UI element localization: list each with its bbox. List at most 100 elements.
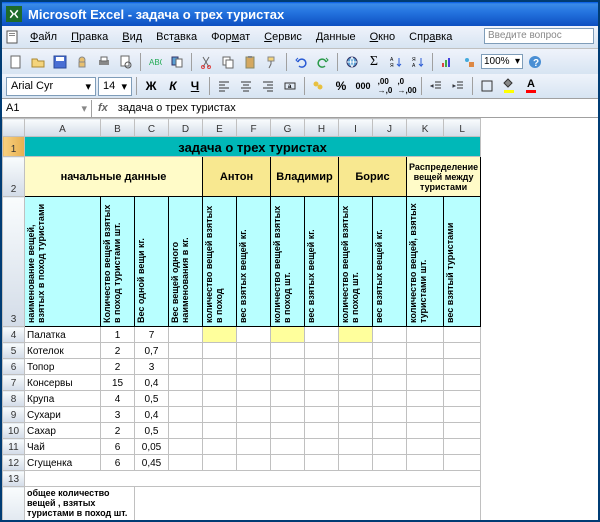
cell[interactable]: 3 <box>135 359 169 375</box>
cell[interactable] <box>305 327 339 343</box>
italic-button[interactable]: К <box>163 76 183 96</box>
cell[interactable] <box>444 391 481 407</box>
underline-button[interactable]: Ч <box>185 76 205 96</box>
cell[interactable] <box>444 359 481 375</box>
cell[interactable]: Консервы <box>25 375 101 391</box>
cell[interactable] <box>271 327 305 343</box>
align-center-button[interactable] <box>236 76 256 96</box>
menu-help[interactable]: Справка <box>403 29 458 45</box>
col-header[interactable]: L <box>444 119 481 137</box>
cell[interactable]: 0,5 <box>135 423 169 439</box>
cell[interactable]: начальные данные <box>25 157 203 197</box>
cell[interactable] <box>237 343 271 359</box>
comma-button[interactable]: 000 <box>353 76 373 96</box>
col-header[interactable]: A <box>25 119 101 137</box>
cell[interactable] <box>237 359 271 375</box>
cell[interactable]: общее количество вещей , взятых туристам… <box>25 487 135 521</box>
cell[interactable] <box>203 407 237 423</box>
cell[interactable]: 0,4 <box>135 407 169 423</box>
cell[interactable] <box>271 375 305 391</box>
cell[interactable] <box>237 375 271 391</box>
save-button[interactable] <box>50 52 70 72</box>
cell[interactable] <box>407 327 444 343</box>
increase-indent-button[interactable] <box>448 76 468 96</box>
cell[interactable]: Топор <box>25 359 101 375</box>
decrease-decimal-button[interactable]: ,0→,00 <box>397 76 417 96</box>
cell[interactable] <box>407 455 444 471</box>
cell[interactable] <box>305 455 339 471</box>
cell[interactable]: 2 <box>101 343 135 359</box>
cell[interactable] <box>373 359 407 375</box>
table-row[interactable]: 4Палатка17 <box>3 327 481 343</box>
cell[interactable] <box>339 455 373 471</box>
cell[interactable] <box>203 327 237 343</box>
drawing-button[interactable] <box>459 52 479 72</box>
cell[interactable] <box>339 327 373 343</box>
cell[interactable] <box>407 391 444 407</box>
col-header[interactable]: B <box>101 119 135 137</box>
worksheet-grid[interactable]: A B C D E F G H I J K L 1 задача о трех … <box>2 118 481 520</box>
undo-button[interactable] <box>291 52 311 72</box>
cell[interactable] <box>271 423 305 439</box>
cell[interactable]: Палатка <box>25 327 101 343</box>
merge-center-button[interactable]: a <box>280 76 300 96</box>
cell[interactable]: вес взятых вещей кг. <box>305 197 339 327</box>
cell[interactable] <box>407 359 444 375</box>
cell[interactable]: Антон <box>203 157 271 197</box>
help-button[interactable]: ? <box>525 52 545 72</box>
cell[interactable]: количество вещей, взятых туристами шт. <box>407 197 444 327</box>
cell[interactable] <box>305 423 339 439</box>
cell[interactable] <box>169 455 203 471</box>
cell[interactable] <box>271 455 305 471</box>
cell[interactable] <box>444 423 481 439</box>
cell[interactable] <box>169 423 203 439</box>
cell[interactable] <box>339 439 373 455</box>
title-cell[interactable]: задача о трех туристах <box>25 137 481 157</box>
cell[interactable] <box>305 407 339 423</box>
cell[interactable]: Крупа <box>25 391 101 407</box>
cut-button[interactable] <box>196 52 216 72</box>
research-button[interactable] <box>167 52 187 72</box>
cell[interactable] <box>444 439 481 455</box>
cell[interactable] <box>407 343 444 359</box>
cell[interactable] <box>271 407 305 423</box>
cell[interactable]: Котелок <box>25 343 101 359</box>
cell[interactable]: 3 <box>101 407 135 423</box>
fill-color-button[interactable] <box>499 76 519 96</box>
cell[interactable]: Владимир <box>271 157 339 197</box>
spelling-button[interactable]: ABC <box>145 52 165 72</box>
cell[interactable] <box>135 487 481 521</box>
cell[interactable] <box>169 375 203 391</box>
cell[interactable] <box>271 439 305 455</box>
decrease-indent-button[interactable] <box>426 76 446 96</box>
formula-input[interactable]: задача о трех туристах <box>114 100 598 116</box>
cell[interactable] <box>373 391 407 407</box>
cell[interactable]: Распределение вещей между туристами <box>407 157 481 197</box>
table-row[interactable]: 6Топор23 <box>3 359 481 375</box>
cell[interactable] <box>169 327 203 343</box>
cell[interactable]: Вес вещей одного наименования в кг. <box>169 197 203 327</box>
cell[interactable] <box>203 423 237 439</box>
bold-button[interactable]: Ж <box>141 76 161 96</box>
open-button[interactable] <box>28 52 48 72</box>
cell[interactable] <box>203 343 237 359</box>
cell[interactable] <box>203 391 237 407</box>
cell[interactable] <box>444 375 481 391</box>
col-header[interactable]: C <box>135 119 169 137</box>
cell[interactable]: 7 <box>135 327 169 343</box>
cell[interactable] <box>237 391 271 407</box>
cell[interactable]: 0,4 <box>135 375 169 391</box>
cell[interactable] <box>237 439 271 455</box>
menu-format[interactable]: Формат <box>205 29 256 45</box>
cell[interactable]: 1 <box>101 327 135 343</box>
cell[interactable] <box>373 455 407 471</box>
cell[interactable] <box>271 343 305 359</box>
redo-button[interactable] <box>313 52 333 72</box>
cell[interactable] <box>407 439 444 455</box>
cell[interactable] <box>444 455 481 471</box>
cell[interactable]: 15 <box>101 375 135 391</box>
permission-button[interactable] <box>72 52 92 72</box>
align-right-button[interactable] <box>258 76 278 96</box>
cell[interactable]: Сухари <box>25 407 101 423</box>
fx-label[interactable]: fx <box>92 102 114 114</box>
